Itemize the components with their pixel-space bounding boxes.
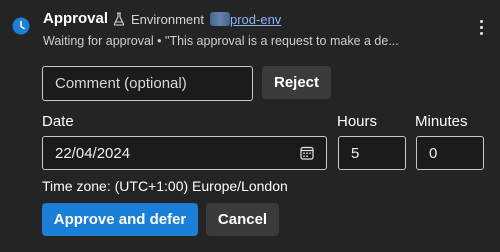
hours-label: Hours	[337, 113, 378, 130]
date-input[interactable]: 22/04/2024	[42, 136, 327, 170]
reject-button[interactable]: Reject	[262, 66, 331, 99]
approve-and-defer-button[interactable]: Approve and defer	[42, 203, 198, 236]
hours-input[interactable]: 5	[338, 136, 406, 170]
comment-input[interactable]: Comment (optional)	[42, 66, 253, 101]
date-value: 22/04/2024	[55, 144, 131, 162]
more-vertical-icon	[479, 19, 483, 23]
cancel-button[interactable]: Cancel	[206, 203, 279, 236]
minutes-input[interactable]: 0	[416, 136, 484, 170]
timezone-text: Time zone: (UTC+1:00) Europe/London	[42, 178, 288, 194]
environment-link[interactable]: prod-env	[230, 12, 281, 27]
more-options-button[interactable]	[474, 16, 488, 38]
approval-title: Approval	[43, 10, 109, 27]
environment-label: Environment	[131, 11, 204, 27]
environment-info: Environment prod-env	[113, 10, 281, 28]
approval-status-text: Waiting for approval • "This approval is…	[43, 34, 399, 48]
calendar-icon[interactable]	[300, 146, 314, 160]
redacted-block	[209, 12, 230, 26]
clock-icon	[12, 17, 30, 35]
date-label: Date	[42, 113, 74, 130]
minutes-label: Minutes	[415, 113, 468, 130]
flask-icon	[113, 12, 125, 26]
